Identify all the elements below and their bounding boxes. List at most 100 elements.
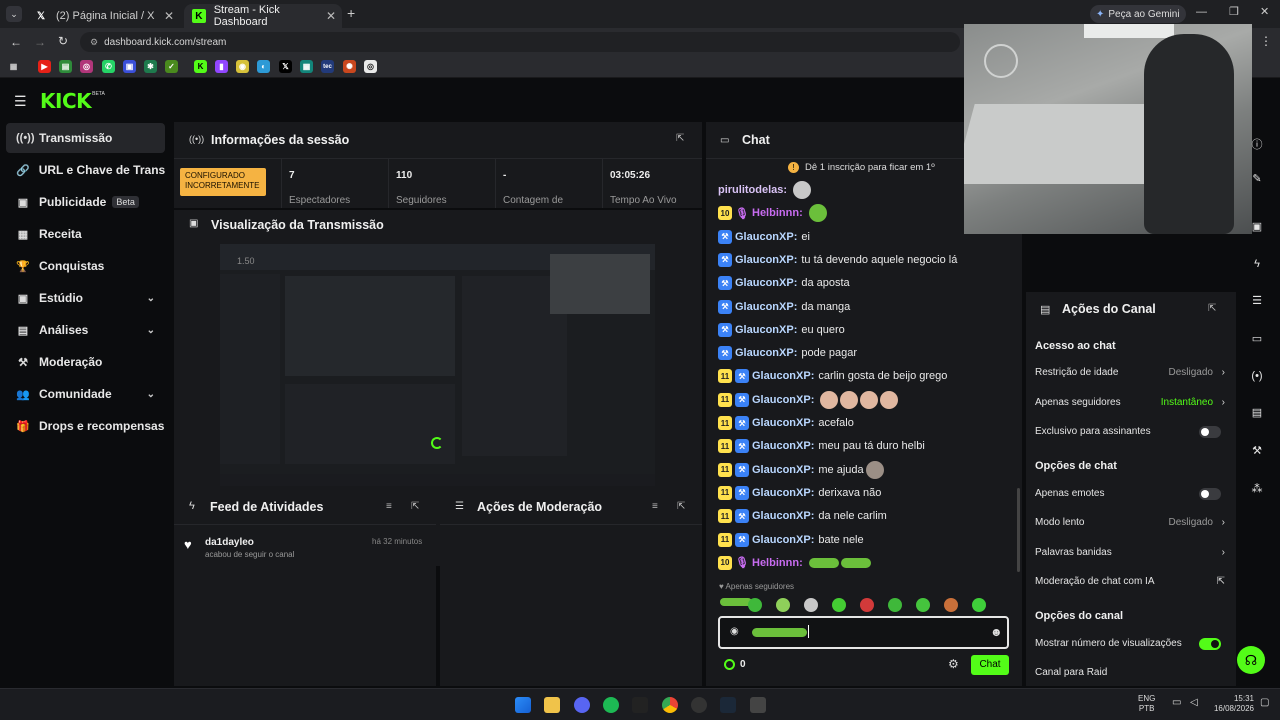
list-icon[interactable]: ☰ xyxy=(1250,294,1264,308)
chat-username[interactable]: GlauconXP: xyxy=(752,510,814,522)
chat-username[interactable]: GlauconXP: xyxy=(752,534,814,546)
sidebar-item-7[interactable]: ⚒ Moderação xyxy=(6,347,165,377)
channel-option-row[interactable]: Moderação de chat com IA ⇱ xyxy=(1035,576,1225,587)
community-icon[interactable]: ⁂ xyxy=(1250,482,1264,496)
toggle-switch[interactable] xyxy=(1199,637,1221,650)
chat-username[interactable]: GlauconXP: xyxy=(735,347,797,359)
whatsapp-icon[interactable]: ✆ xyxy=(102,60,115,73)
close-window-icon[interactable]: ✕ xyxy=(1260,5,1269,18)
emote-shortcut-icon[interactable] xyxy=(748,598,762,612)
emote-shortcut-icon[interactable] xyxy=(944,598,958,612)
info-icon[interactable]: ⓘ xyxy=(1250,136,1264,151)
chat-message[interactable]: ⚒ GlauconXP: da aposta xyxy=(718,274,850,292)
bookmark-teal-icon[interactable]: ▦ xyxy=(300,60,313,73)
sidebar-item-9[interactable]: 🎁 Drops e recompensas xyxy=(6,411,165,441)
layout-icon[interactable]: ▤ xyxy=(1250,406,1264,420)
sidebar-item-6[interactable]: ▤ Análises ⌄ xyxy=(6,315,165,345)
tab-kick-dashboard[interactable]: K Stream - Kick Dashboard ✕ xyxy=(184,4,342,28)
close-tab-icon[interactable]: ✕ xyxy=(164,9,174,23)
emote-shortcut-icon[interactable] xyxy=(804,598,818,612)
x-bookmark-icon[interactable]: 𝕏 xyxy=(279,60,292,73)
chat-scrollbar[interactable] xyxy=(1017,488,1020,572)
chat-username[interactable]: GlauconXP: xyxy=(752,487,814,499)
webcam-overlay[interactable] xyxy=(964,24,1252,234)
sidebar-item-1[interactable]: 🔗 URL e Chave de Transmissão xyxy=(6,155,165,185)
site-info-icon[interactable]: ⚙ xyxy=(90,37,98,48)
chat-message[interactable]: 10 🎙 Helbinnn: xyxy=(718,554,871,572)
reload-icon[interactable]: ↻ xyxy=(58,34,68,48)
chat-username[interactable]: GlauconXP: xyxy=(735,254,797,266)
chat-input[interactable]: ◉ ☻ xyxy=(718,616,1009,649)
bookmark-blue2-icon[interactable]: ◐ xyxy=(257,60,270,73)
chat-message[interactable]: 11 ⚒ GlauconXP: bate nele xyxy=(718,531,864,549)
filter-icon[interactable]: ≡ xyxy=(386,501,392,512)
sidebar-item-8[interactable]: 👥 Comunidade ⌄ xyxy=(6,379,165,409)
stream-video[interactable]: 1.50 xyxy=(220,244,655,486)
new-tab-button[interactable]: + xyxy=(347,5,355,21)
chat-username[interactable]: GlauconXP: xyxy=(735,231,797,243)
chat-message[interactable]: 11 ⚒ GlauconXP: da nele carlim xyxy=(718,507,887,525)
steam-icon[interactable] xyxy=(720,697,736,713)
kick-logo[interactable]: KICK BETA xyxy=(40,89,105,113)
channel-option-row[interactable]: Apenas seguidores Instantâneo › xyxy=(1035,397,1225,408)
chat-message[interactable]: pirulitodelas: xyxy=(718,181,812,199)
settings-app-icon[interactable] xyxy=(750,697,766,713)
emoji-picker-icon[interactable]: ☻ xyxy=(990,625,1003,639)
chat-message[interactable]: 11 ⚒ GlauconXP: derixava não xyxy=(718,484,881,502)
chat-message[interactable]: ⚒ GlauconXP: tu tá devendo aquele negocio … xyxy=(718,251,957,269)
chat-message[interactable]: ⚒ GlauconXP: ei xyxy=(718,228,810,246)
discord-icon[interactable] xyxy=(574,697,590,713)
chat-message[interactable]: 11 ⚒ GlauconXP: xyxy=(718,390,899,409)
support-button[interactable]: ☊ xyxy=(1237,646,1265,674)
tab-twitter[interactable]: 𝕏 (2) Página Inicial / X ✕ xyxy=(26,4,180,28)
youtube-icon[interactable]: ▶ xyxy=(38,60,51,73)
chat-username[interactable]: GlauconXP: xyxy=(735,324,797,336)
gemini-button[interactable]: ✦ Peça ao Gemini xyxy=(1090,5,1186,23)
menu-dots-icon[interactable]: ⋮ xyxy=(1260,34,1272,48)
chat-username[interactable]: GlauconXP: xyxy=(735,277,797,289)
chat-message[interactable]: 11 ⚒ GlauconXP: carlin gosta de beijo grego xyxy=(718,367,947,385)
popout-icon[interactable]: ⇱ xyxy=(1208,303,1216,314)
popout-icon[interactable]: ⇱ xyxy=(411,501,419,512)
emote-shortcut-icon[interactable] xyxy=(972,598,986,612)
chat-username[interactable]: pirulitodelas: xyxy=(718,184,787,196)
minimize-icon[interactable]: — xyxy=(1196,6,1207,18)
chat-username[interactable]: GlauconXP: xyxy=(752,417,814,429)
kick-bookmark-icon[interactable]: K xyxy=(194,60,207,73)
apps-grid-icon[interactable]: ▦ xyxy=(7,60,20,73)
chat-bubble-icon[interactable]: ▭ xyxy=(1250,332,1264,346)
forward-icon[interactable]: → xyxy=(34,35,46,49)
popout-icon[interactable]: ⇱ xyxy=(677,501,685,512)
chat-message[interactable]: 11 ⚒ GlauconXP: me ajuda xyxy=(718,460,884,479)
external-link-icon[interactable]: ⇱ xyxy=(1217,576,1225,587)
bolt-icon[interactable]: ϟ xyxy=(1250,258,1264,272)
chat-username[interactable]: GlauconXP: xyxy=(752,394,814,406)
chat-message[interactable]: 10 🎙 Helbinnn: xyxy=(718,204,827,223)
bookmark-green-icon[interactable]: ▤ xyxy=(59,60,72,73)
hamburger-menu-icon[interactable]: ☰ xyxy=(14,93,27,110)
maximize-icon[interactable]: ❐ xyxy=(1229,5,1239,18)
instagram-icon[interactable]: ◎ xyxy=(80,60,93,73)
chat-message[interactable]: ⚒ GlauconXP: pode pagar xyxy=(718,344,857,362)
twitch-icon[interactable]: ▮ xyxy=(215,60,228,73)
toggle-switch[interactable] xyxy=(1199,487,1221,500)
chat-send-button[interactable]: Chat xyxy=(971,655,1009,675)
chat-username[interactable]: Helbinnn: xyxy=(752,557,803,569)
channel-option-row[interactable]: Exclusivo para assinantes xyxy=(1035,425,1225,438)
chrome-icon[interactable] xyxy=(662,697,678,713)
back-icon[interactable]: ← xyxy=(10,35,22,49)
emote-shortcut-icon[interactable] xyxy=(860,598,874,612)
window-icon[interactable]: ▣ xyxy=(1250,220,1264,234)
clock[interactable]: 15:31 16/08/2026 xyxy=(1210,694,1254,714)
emote-shortcut-icon[interactable] xyxy=(776,598,790,612)
url-field[interactable]: ⚙ dashboard.kick.com/stream xyxy=(80,32,960,52)
notification-icon[interactable]: ▢ xyxy=(1260,697,1269,708)
emote-shortcut-icon[interactable] xyxy=(888,598,902,612)
bookmark-lime-icon[interactable]: ✓ xyxy=(165,60,178,73)
edit-icon[interactable]: ✎ xyxy=(1250,172,1264,186)
wrench-icon[interactable]: ⚒ xyxy=(1250,444,1264,458)
emote-shortcut-icon[interactable] xyxy=(832,598,846,612)
tab-list-button[interactable]: ⌄ xyxy=(6,6,22,22)
filter-icon[interactable]: ≡ xyxy=(652,501,658,512)
windows-start-icon[interactable] xyxy=(515,697,531,713)
